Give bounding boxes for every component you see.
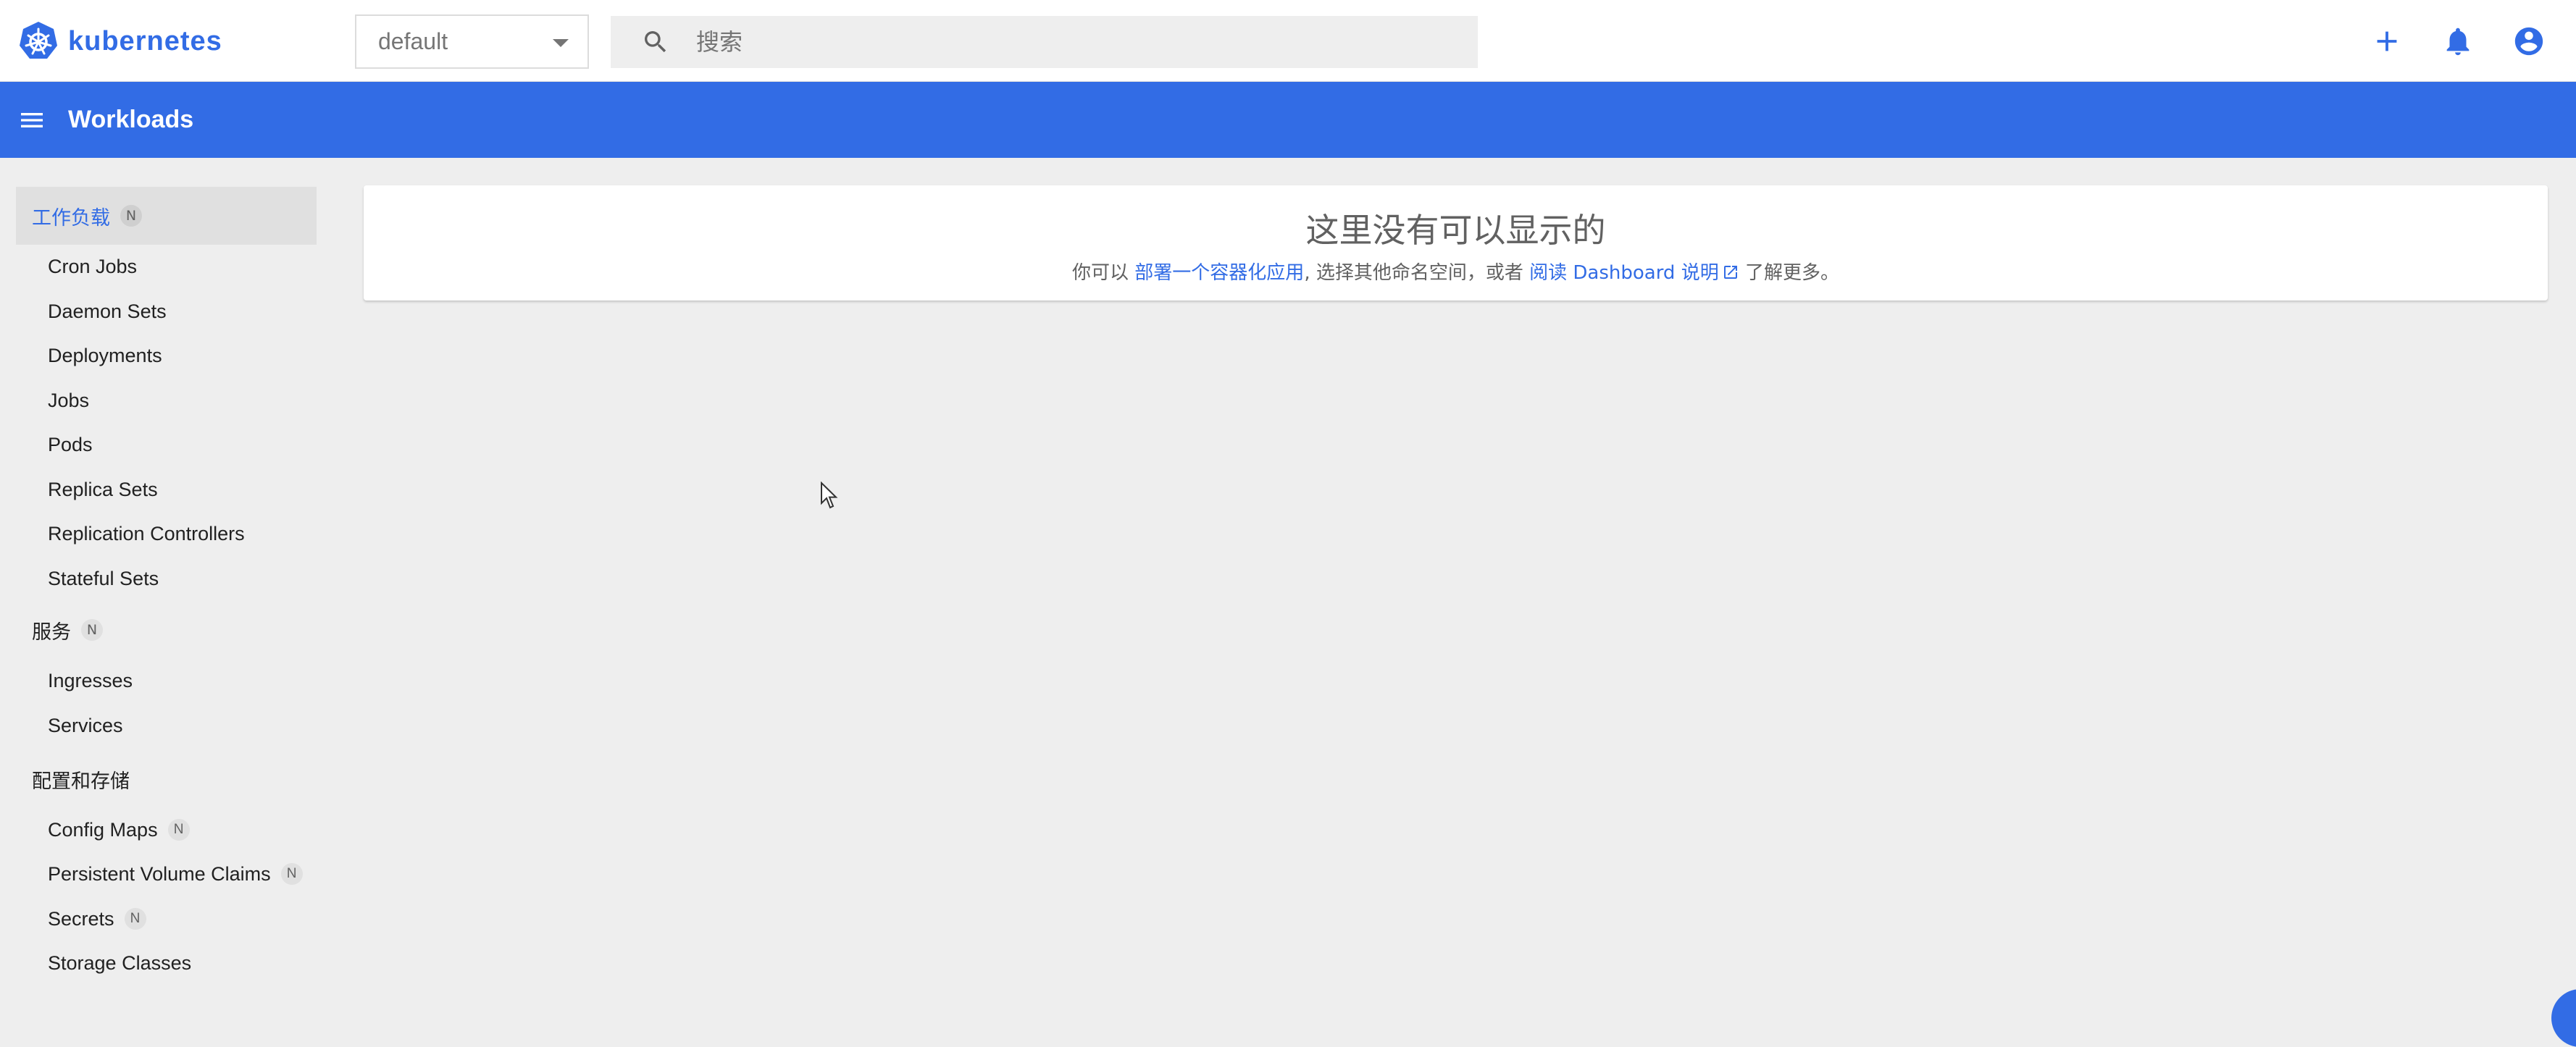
sidebar-item-config-maps[interactable]: Config Maps N — [16, 810, 317, 850]
sidebar-item-persistent-volume-claims[interactable]: Persistent Volume Claims N — [16, 854, 317, 894]
sidebar-item-label: Ingresses — [48, 669, 133, 691]
menu-icon[interactable] — [17, 106, 46, 135]
sidebar-section-services[interactable]: 服务 N — [16, 601, 317, 659]
sidebar-item-label: Replication Controllers — [48, 522, 245, 544]
search-bar[interactable] — [611, 16, 1478, 68]
message-prefix: 你可以 — [1072, 262, 1135, 284]
sidebar-item-pods[interactable]: Pods — [16, 424, 317, 465]
bell-icon — [2446, 28, 2470, 56]
create-button[interactable] — [2369, 23, 2405, 59]
sidebar-item-stateful-sets[interactable]: Stateful Sets — [16, 558, 317, 599]
sidebar-item-label: Persistent Volume Claims — [48, 862, 271, 885]
sidebar-item-deployments[interactable]: Deployments — [16, 335, 317, 376]
sidebar-nav: 工作负载 N Cron Jobs Daemon Sets Deployments… — [0, 158, 333, 1011]
top-toolbar: kubernetes default — [0, 0, 2576, 82]
dropdown-arrow-icon — [553, 39, 569, 47]
sidebar-item-cron-jobs[interactable]: Cron Jobs — [16, 246, 317, 287]
deploy-app-link[interactable]: 部署一个容器化应用 — [1134, 262, 1304, 284]
sidebar-item-ingresses[interactable]: Ingresses — [16, 660, 317, 701]
sidebar-section-workloads[interactable]: 工作负载 N — [16, 187, 317, 245]
sidebar-section-label: 配置和存储 — [32, 770, 130, 793]
sidebar-item-label: Config Maps — [48, 818, 158, 841]
message-middle: , 选择其他命名空间，或者 — [1304, 262, 1530, 284]
namespace-badge: N — [167, 819, 190, 841]
sidebar-item-replication-controllers[interactable]: Replication Controllers — [16, 513, 317, 554]
dashboard-docs-link[interactable]: 阅读 Dashboard 说明 — [1529, 262, 1739, 284]
empty-state-card: 这里没有可以显示的 你可以 部署一个容器化应用, 选择其他命名空间，或者 阅读 … — [364, 185, 2548, 300]
sidebar-item-label: Cron Jobs — [48, 255, 138, 277]
account-icon — [2514, 27, 2543, 56]
kubernetes-wheel-icon — [20, 22, 57, 59]
sidebar-section-label: 服务 — [32, 621, 71, 644]
search-input[interactable] — [696, 28, 1421, 56]
brand-name: kubernetes — [68, 25, 222, 56]
sidebar-item-label: Deployments — [48, 344, 162, 366]
sidebar-section-config-storage[interactable]: 配置和存储 — [16, 750, 317, 808]
sidebar-item-label: Daemon Sets — [48, 300, 167, 322]
top-actions — [2369, 22, 2547, 61]
search-icon — [645, 31, 666, 53]
sidebar-item-label: Pods — [48, 433, 93, 455]
sidebar-item-label: Storage Classes — [48, 951, 192, 974]
sidebar-item-jobs[interactable]: Jobs — [16, 380, 317, 421]
sidebar-item-daemon-sets[interactable]: Daemon Sets — [16, 291, 317, 332]
add-icon — [2377, 31, 2397, 51]
namespace-badge: N — [280, 863, 303, 885]
mouse-cursor-icon — [821, 482, 838, 509]
sidebar-item-label: Stateful Sets — [48, 567, 159, 589]
message-suffix: 了解更多。 — [1739, 262, 1839, 284]
app-header: Workloads — [0, 82, 2576, 158]
namespace-badge: N — [124, 908, 146, 930]
sidebar-item-services[interactable]: Services — [16, 705, 317, 746]
namespace-select[interactable]: default — [355, 14, 589, 69]
page-title: Workloads — [68, 106, 194, 133]
sidebar-item-secrets[interactable]: Secrets N — [16, 899, 317, 939]
open-in-new-icon — [1723, 266, 1737, 279]
sidebar-item-storage-classes[interactable]: Storage Classes — [16, 943, 317, 983]
sidebar-item-label: Replica Sets — [48, 478, 158, 500]
namespace-badge: N — [120, 205, 142, 227]
sidebar-item-label: Jobs — [48, 389, 90, 411]
account-button[interactable] — [2511, 23, 2547, 59]
kubernetes-logo[interactable]: kubernetes — [17, 20, 222, 62]
empty-state-title: 这里没有可以显示的 — [1305, 211, 1606, 250]
sidebar-item-label: Services — [48, 714, 123, 736]
docs-link-label: 阅读 Dashboard 说明 — [1529, 262, 1719, 284]
namespace-value: default — [378, 28, 448, 54]
sidebar-section-label: 工作负载 — [32, 206, 110, 230]
floating-action-button[interactable] — [2551, 989, 2576, 1047]
notifications-button[interactable] — [2440, 23, 2476, 59]
namespace-badge: N — [81, 619, 103, 641]
empty-state-message: 你可以 部署一个容器化应用, 选择其他命名空间，或者 阅读 Dashboard … — [364, 258, 2548, 285]
sidebar-item-label: Secrets — [48, 907, 114, 930]
sidebar-item-replica-sets[interactable]: Replica Sets — [16, 469, 317, 510]
